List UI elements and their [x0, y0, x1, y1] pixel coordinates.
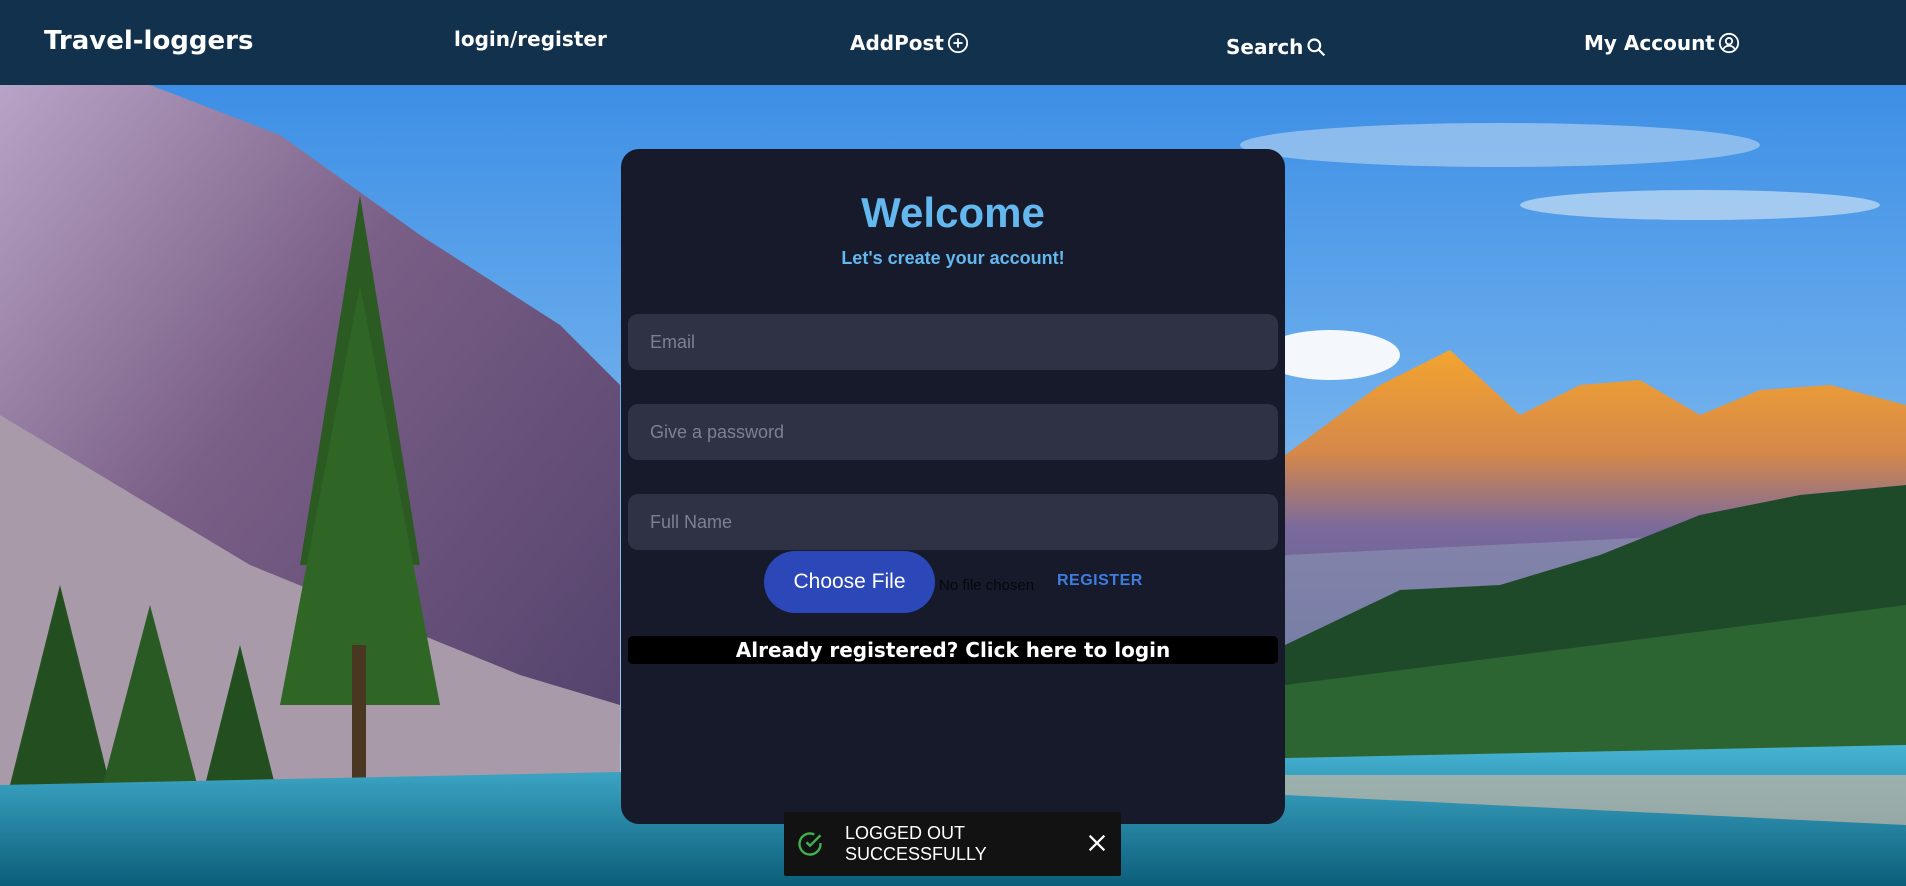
toast-message-line1: LOGGED OUT: [845, 823, 966, 843]
nav-add-post-label: AddPost: [850, 30, 944, 55]
register-card: Welcome Let's create your account! Choos…: [621, 149, 1285, 824]
choose-file-button[interactable]: Choose File: [764, 551, 935, 613]
plus-circle-icon: [947, 32, 969, 53]
file-status-text: No file chosen: [939, 577, 1035, 594]
nav-search-label: Search: [1226, 34, 1304, 59]
nav-login-register-label: login/register: [454, 26, 607, 51]
nav-my-account-label: My Account: [1584, 30, 1715, 55]
close-icon[interactable]: [1086, 832, 1108, 854]
nav-search[interactable]: Search: [1226, 4, 1326, 89]
email-field[interactable]: [628, 314, 1278, 370]
brand-logo[interactable]: Travel-loggers: [44, 0, 253, 83]
toast-message-line2: SUCCESSFULLY: [845, 844, 987, 864]
check-circle-icon: [798, 832, 822, 856]
top-navbar: Travel-loggers login/register AddPost Se…: [0, 0, 1906, 85]
nav-add-post[interactable]: AddPost: [850, 0, 969, 85]
password-field[interactable]: [628, 404, 1278, 460]
register-button[interactable]: REGISTER: [1057, 572, 1143, 590]
login-link[interactable]: Already registered? Click here to login: [628, 636, 1278, 664]
toast-message: LOGGED OUT SUCCESSFULLY: [845, 823, 1045, 865]
form-subtitle: Let's create your account!: [841, 248, 1065, 268]
form-title: Welcome: [861, 189, 1045, 236]
nav-login-register[interactable]: login/register: [454, 0, 607, 81]
logout-toast: LOGGED OUT SUCCESSFULLY: [784, 812, 1121, 876]
search-icon: [1307, 37, 1326, 56]
user-circle-icon: [1718, 32, 1739, 53]
page: Travel-loggers login/register AddPost Se…: [0, 0, 1906, 886]
nav-my-account[interactable]: My Account: [1584, 0, 1740, 85]
full-name-field[interactable]: [628, 494, 1278, 550]
